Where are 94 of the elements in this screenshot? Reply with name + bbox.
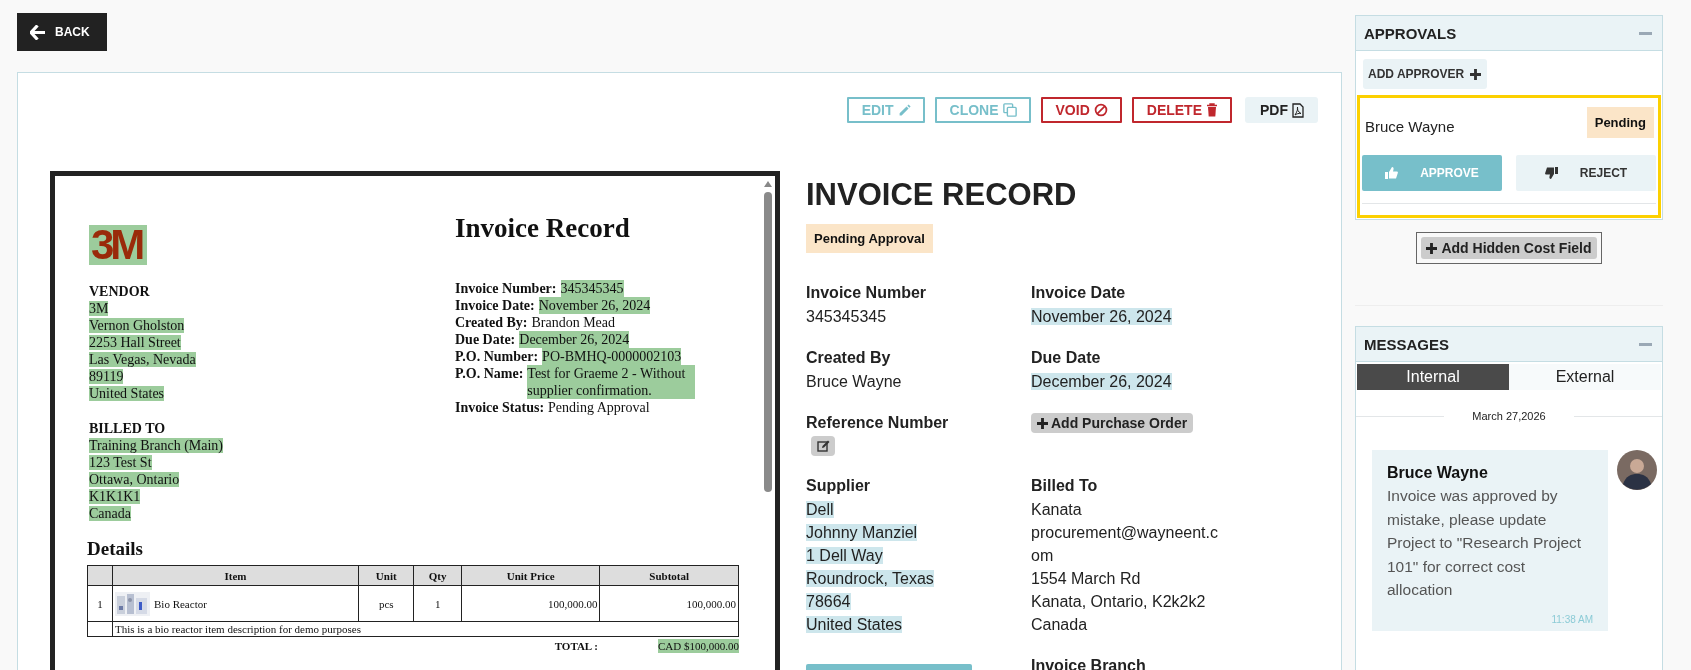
pdf-button[interactable]: PDF	[1245, 97, 1318, 123]
field-label: Reference Number	[806, 413, 950, 433]
message-text: Invoice was approved by mistake, please update Project to "Research Project 101" for correct cost allocation	[1387, 486, 1583, 600]
table-cell: pcs	[358, 585, 414, 622]
field-value: Pending Approval	[548, 399, 650, 416]
header-cell	[87, 565, 113, 586]
field-value: Brandon Mead	[531, 314, 616, 331]
avatar	[1617, 450, 1657, 490]
message-time: 11:38 AM	[1550, 612, 1593, 627]
table-cell: 1	[413, 585, 462, 622]
field-value: December 26, 2024	[519, 331, 630, 348]
pencil-icon	[897, 103, 911, 117]
total-value: CAD $100,000.00	[658, 639, 739, 653]
field-label: Due Date	[1031, 348, 1102, 368]
field-value: Roundrock, Texas	[806, 570, 934, 587]
plus-icon	[1426, 242, 1438, 254]
field-label: Created By	[806, 348, 892, 368]
status-badge: Pending Approval	[806, 224, 933, 253]
section-heading: BILLED TO	[89, 420, 167, 437]
field-value: Kanata	[1031, 501, 1082, 518]
field-value: United States	[806, 616, 903, 633]
add-hidden-cost-button[interactable]: Add Hidden Cost Field	[1421, 237, 1597, 259]
arrow-left-icon	[30, 24, 46, 40]
add-purchase-order-button[interactable]: Add Purchase Order	[1031, 413, 1194, 433]
field-label: Invoice Date	[1031, 283, 1127, 303]
status-badge: Pending	[1586, 107, 1654, 138]
thumbs-down-icon	[1544, 167, 1558, 179]
edit-button[interactable]	[811, 436, 835, 456]
field-value: November 26, 2024	[1031, 308, 1172, 325]
approver-name: Bruce Wayne	[1365, 118, 1455, 135]
header-cell: Qty	[413, 565, 462, 586]
document-title: Invoice Record	[455, 212, 631, 244]
plus-icon	[1470, 68, 1482, 80]
field-value: Kanata, Ontario, K2k2k2	[1031, 593, 1206, 610]
header-cell: Unit Price	[461, 565, 600, 586]
table-cell: 100,000.00	[461, 585, 600, 622]
pdf-file-icon	[1292, 102, 1304, 118]
field-value: Canada	[1031, 616, 1088, 633]
field-value: 345345345	[560, 280, 624, 297]
delete-button[interactable]: DELETE	[1131, 97, 1232, 123]
field-value: December 26, 2024	[1031, 373, 1172, 390]
table-cell: 100,000.00	[599, 585, 739, 622]
header-cell: Subtotal	[599, 565, 739, 586]
edit-icon	[816, 440, 830, 452]
field-value: 345345345	[806, 308, 887, 325]
date-divider: March 27,2026	[1471, 410, 1547, 422]
trash-icon	[1206, 103, 1218, 117]
plus-icon	[1037, 417, 1048, 429]
header-cell: Unit	[358, 565, 414, 586]
field-value: Dell	[806, 501, 834, 518]
field-value: November 26, 2024	[538, 297, 651, 314]
message-author: Bruce Wayne	[1387, 463, 1489, 482]
field-label: Due Date:	[455, 331, 516, 348]
field-value: procurement@wayneent.com	[1031, 524, 1218, 564]
add-approver-button[interactable]: ADD APPROVER	[1363, 59, 1488, 89]
field-label: Created By:	[455, 314, 528, 331]
table-cell: 1	[87, 585, 113, 622]
field-value: 78664	[806, 593, 851, 610]
reject-button[interactable]: REJECT	[1516, 155, 1656, 191]
collapse-icon[interactable]	[1639, 31, 1652, 35]
field-label: Invoice Number:	[455, 280, 557, 297]
field-label: Invoice Status:	[455, 399, 545, 416]
copy-icon	[1002, 103, 1017, 117]
field-label: P.O. Number:	[455, 348, 539, 365]
section-heading: Details	[87, 538, 144, 560]
scrollbar[interactable]	[763, 180, 773, 492]
field-label: P.O. Name:	[455, 365, 524, 382]
header-cell: Item	[112, 565, 359, 586]
field-value: PO-BMHQ-0000002103	[542, 348, 682, 365]
thumbs-up-icon	[1385, 167, 1399, 179]
field-value: 1554 March Rd	[1031, 570, 1141, 587]
field-label: Invoice Number	[806, 283, 928, 303]
field-label: Invoice Date:	[455, 297, 535, 314]
collapse-icon[interactable]	[1639, 342, 1652, 346]
company-logo: 3M	[89, 225, 148, 265]
panel-title: APPROVALS	[1364, 24, 1457, 42]
page-title: INVOICE RECORD	[806, 177, 1078, 213]
panel-title: MESSAGES	[1364, 335, 1450, 353]
field-label: Billed To	[1031, 476, 1099, 496]
field-value: Bruce Wayne	[806, 373, 902, 390]
section-heading: VENDOR	[89, 283, 151, 300]
item-name: Bio Reactor	[154, 596, 207, 611]
approver-card[interactable]: Bruce Wayne Pending APPROVE REJECT	[1357, 95, 1661, 218]
table-cell: This is a bio reactor item description for demo purposes	[112, 621, 739, 637]
tab[interactable]: Internal	[1357, 364, 1509, 390]
field-label: Supplier	[806, 476, 871, 496]
field-value: Test for Graeme 2 - Without supplier confirmation.	[527, 365, 695, 399]
total-label: TOTAL :	[554, 639, 598, 653]
field-value: Johnny Manziel	[806, 524, 918, 541]
back-button[interactable]: BACK	[17, 13, 107, 51]
tab[interactable]: External	[1509, 364, 1661, 390]
field-value: 1 Dell Way	[806, 547, 883, 564]
void-button[interactable]: VOID	[1040, 97, 1122, 123]
ban-icon	[1093, 103, 1108, 117]
